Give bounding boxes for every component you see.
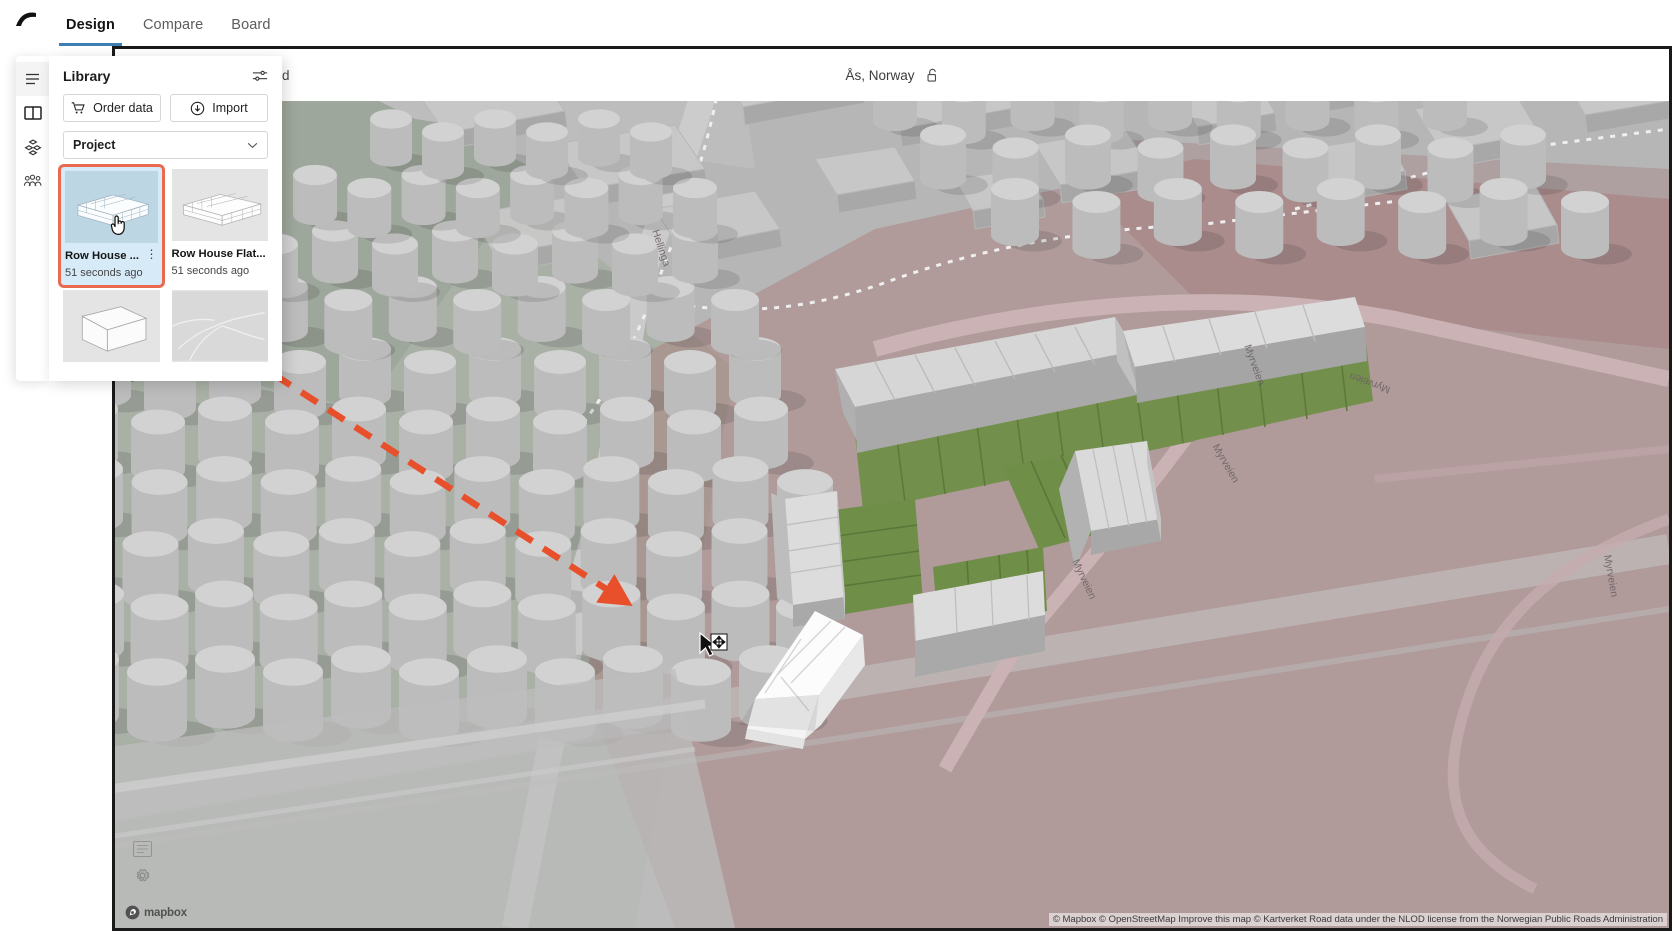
library-card-row-house-flat[interactable]: Row House Flat... 51 seconds ago bbox=[170, 167, 271, 285]
order-data-label: Order data bbox=[93, 101, 153, 115]
rail-item-assets[interactable] bbox=[16, 130, 49, 164]
card-title: Row House Flat... bbox=[171, 248, 266, 260]
rail-item-library[interactable] bbox=[16, 96, 49, 130]
people-group-icon bbox=[23, 174, 42, 187]
card-title-row: Row House ... ⋮ bbox=[65, 248, 158, 263]
library-header: Library bbox=[49, 56, 282, 94]
map-canvas-3d[interactable]: Hellinga Myrveien Myrveien Myrveien Myrveien… bbox=[115, 49, 1669, 928]
left-icon-rail bbox=[16, 56, 49, 381]
import-button[interactable]: Import bbox=[170, 94, 268, 122]
pointing-hand-cursor bbox=[109, 213, 129, 242]
sliders-settings-icon[interactable] bbox=[252, 69, 268, 83]
project-filter-value: Project bbox=[73, 138, 116, 152]
card-timestamp: 51 seconds ago bbox=[65, 267, 143, 280]
card-title-row: Row House Flat... bbox=[172, 247, 269, 261]
location-group: Ås, Norway bbox=[115, 49, 1669, 101]
unlocked-padlock-icon[interactable] bbox=[926, 68, 939, 83]
hamburger-menu-icon bbox=[26, 73, 39, 85]
rail-item-menu[interactable] bbox=[16, 62, 49, 96]
import-label: Import bbox=[212, 101, 248, 115]
site-plan-thumbnail bbox=[171, 289, 268, 362]
nav-tabs: Design Compare Board bbox=[52, 0, 285, 46]
archilogic-logo-icon[interactable] bbox=[0, 0, 52, 46]
gear-icon[interactable] bbox=[134, 867, 151, 884]
top-navigation-bar: Design Compare Board bbox=[0, 0, 1676, 46]
map-render-svg bbox=[115, 49, 1669, 928]
row-house-flat-3d-thumbnail bbox=[171, 169, 268, 241]
download-circle-icon bbox=[190, 101, 205, 116]
card-timestamp: 51 seconds ago bbox=[171, 265, 250, 278]
blocks-stack-icon bbox=[23, 138, 42, 155]
row-house-3d-thumbnail bbox=[65, 171, 158, 243]
card-title: Row House ... bbox=[65, 250, 140, 262]
application-root: Design Compare Board Hellinga Myrveien M… bbox=[0, 0, 1676, 935]
location-label: Ås, Norway bbox=[845, 67, 915, 83]
chevron-down-icon bbox=[247, 142, 258, 149]
more-options-icon[interactable]: ⋮ bbox=[146, 248, 158, 260]
box-wireframe-thumbnail bbox=[63, 289, 160, 362]
library-card-box[interactable] bbox=[61, 288, 162, 364]
rail-item-people[interactable] bbox=[16, 164, 49, 198]
map-viewport[interactable]: Hellinga Myrveien Myrveien Myrveien Myrveien… bbox=[112, 46, 1672, 931]
order-data-button[interactable]: Order data bbox=[63, 94, 161, 122]
tab-design[interactable]: Design bbox=[52, 17, 129, 46]
mapbox-wordmark: mapbox bbox=[144, 906, 187, 919]
map-attribution[interactable]: © Mapbox © OpenStreetMap Improve this ma… bbox=[1048, 913, 1667, 926]
library-card-row-house[interactable]: Row House ... ⋮ 51 seconds ago bbox=[58, 164, 165, 288]
mapbox-logo-icon[interactable]: mapbox bbox=[125, 905, 187, 920]
library-card-site-plan[interactable] bbox=[170, 288, 271, 364]
tab-compare[interactable]: Compare bbox=[129, 17, 217, 46]
library-title: Library bbox=[63, 68, 111, 84]
library-card-grid: Row House ... ⋮ 51 seconds ago Row House… bbox=[49, 164, 282, 364]
shopping-cart-icon bbox=[71, 101, 86, 115]
viewport-header-bar: ard Ås, Norway bbox=[115, 49, 1669, 101]
library-action-buttons: Order data Import bbox=[49, 94, 282, 122]
book-open-icon bbox=[23, 106, 42, 120]
project-filter-select[interactable]: Project bbox=[63, 131, 268, 159]
library-panel: Library Order data Import Project Row Ho… bbox=[49, 56, 282, 381]
tab-board[interactable]: Board bbox=[217, 17, 284, 46]
map-layers-icon[interactable] bbox=[133, 841, 152, 857]
